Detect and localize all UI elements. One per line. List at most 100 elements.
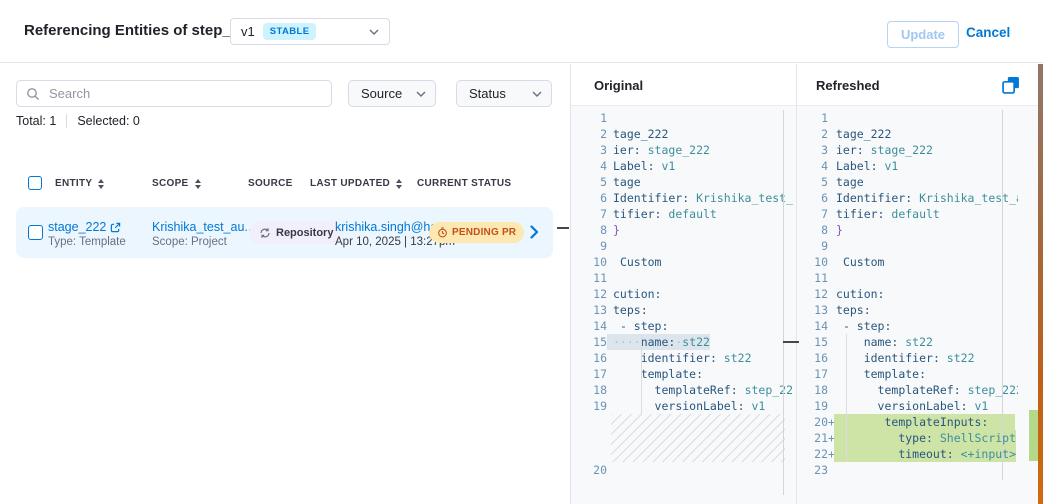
row-checkbox[interactable] — [28, 225, 43, 240]
code-line: 4Label: v1 — [796, 158, 1018, 174]
code-text — [607, 270, 613, 286]
code-line: 15 name: st22 — [796, 334, 1018, 350]
line-number: 17 — [796, 366, 828, 382]
chevron-down-icon — [369, 29, 379, 35]
code-line: 11 — [571, 270, 793, 286]
stable-badge: STABLE — [263, 23, 317, 40]
page-title: Referencing Entities of step_222 — [24, 22, 256, 39]
code-text: tifier: default — [607, 206, 717, 222]
line-number: 3 — [571, 142, 607, 158]
code-text: Custom — [607, 254, 661, 270]
code-text: tage_222 — [607, 126, 668, 142]
code-line: 16 identifier: st22 — [796, 350, 1018, 366]
code-text — [834, 462, 836, 478]
code-text — [834, 110, 836, 126]
code-line: 1 — [571, 110, 793, 126]
code-line: 18 templateRef: step_222 — [796, 382, 1018, 398]
referencing-entities-dialog: Referencing Entities of step_222 v1 STAB… — [0, 0, 1043, 504]
source-filter-dropdown[interactable]: Source — [348, 80, 436, 107]
search-input[interactable] — [47, 85, 322, 102]
code-line: 11 — [796, 270, 1018, 286]
code-text: name: st22 — [834, 334, 933, 350]
overview-ruler-added-mark[interactable] — [1029, 410, 1038, 461]
line-number: 12 — [571, 286, 607, 302]
indent-guide — [846, 334, 847, 462]
code-line: 10 Custom — [571, 254, 793, 270]
code-line: 20 — [571, 462, 793, 478]
line-number: 3 — [796, 142, 828, 158]
code-text — [834, 270, 836, 286]
line-number: 10 — [796, 254, 828, 270]
version-select[interactable]: v1 STABLE — [230, 18, 390, 45]
column-header-scope[interactable]: SCOPE — [152, 178, 201, 189]
entity-link[interactable]: stage_222 — [48, 220, 126, 234]
status-filter-label: Status — [469, 86, 506, 101]
line-number: 16 — [571, 350, 607, 366]
line-number: 5 — [796, 174, 828, 190]
copy-icon[interactable] — [1002, 76, 1020, 94]
line-number: 10 — [571, 254, 607, 270]
entity-type: Type: Template — [48, 236, 126, 248]
refreshed-code[interactable]: 12tage_2223ier: stage_2224Label: v15tage… — [796, 110, 1018, 478]
line-number: 6 — [796, 190, 828, 206]
column-header-last-updated[interactable]: LAST UPDATED — [310, 178, 402, 189]
line-number: 14 — [796, 318, 828, 334]
line-number: 2 — [796, 126, 828, 142]
code-line: 5tage — [796, 174, 1018, 190]
code-text: Identifier: Krishika_test_aut — [607, 190, 793, 206]
code-line: 6Identifier: Krishika_test_aut — [571, 190, 793, 206]
code-line: 18 templateRef: step_222 — [571, 382, 793, 398]
code-line: 13teps: — [796, 302, 1018, 318]
code-text: identifier: st22 — [607, 350, 752, 366]
code-line: 7tifier: default — [571, 206, 793, 222]
summary-divider — [66, 114, 67, 128]
line-number: 15 — [796, 334, 828, 350]
cancel-button[interactable]: Cancel — [966, 25, 1010, 40]
code-text: templateRef: step_222 — [607, 382, 793, 398]
select-all-checkbox[interactable] — [28, 176, 42, 190]
code-text: timeout: <+input> — [834, 446, 1016, 462]
code-text: templateRef: step_222 — [834, 382, 1018, 398]
code-text: teps: — [607, 302, 648, 318]
line-number: 7 — [571, 206, 607, 222]
code-line: 10 Custom — [796, 254, 1018, 270]
code-line: 19 versionLabel: v1 — [571, 398, 793, 414]
table-row[interactable]: stage_222 Type: Template Krishika_test_a… — [16, 207, 553, 258]
code-line: 17 template: — [571, 366, 793, 382]
line-number: 21 — [796, 430, 828, 446]
row-expand-chevron[interactable] — [530, 225, 539, 239]
code-text: template: — [607, 366, 703, 382]
line-number: 2 — [571, 126, 607, 142]
original-code[interactable]: 12tage_2223ier: stage_2224Label: v15tage… — [571, 110, 793, 478]
code-text: Identifier: Krishika_test_aut — [834, 190, 1018, 206]
line-number: 19 — [796, 398, 828, 414]
code-line: 4Label: v1 — [571, 158, 793, 174]
search-box — [16, 80, 332, 107]
line-number: 1 — [796, 110, 828, 126]
line-number: 5 — [571, 174, 607, 190]
line-number: 22 — [796, 446, 828, 462]
line-number: 13 — [571, 302, 607, 318]
code-line: 7tifier: default — [796, 206, 1018, 222]
code-line: 2tage_222 — [571, 126, 793, 142]
code-text: Custom — [834, 254, 884, 270]
diff-connector-dash — [557, 227, 569, 229]
sort-icon — [195, 179, 201, 189]
table-header: ENTITY SCOPE SOURCE LAST UPDATED CURRENT… — [0, 171, 570, 197]
column-header-entity[interactable]: ENTITY — [55, 178, 104, 189]
code-text — [834, 238, 836, 254]
line-number: 9 — [571, 238, 607, 254]
sort-icon — [98, 179, 104, 189]
code-text: - step: — [834, 318, 891, 334]
line-number: 11 — [571, 270, 607, 286]
page-edge-strip — [1038, 64, 1043, 504]
line-number: 16 — [796, 350, 828, 366]
code-line: 3ier: stage_222 — [796, 142, 1018, 158]
update-button[interactable]: Update — [887, 21, 959, 48]
code-text: Label: v1 — [607, 158, 675, 174]
external-link-icon — [110, 222, 121, 233]
code-line: 9 — [796, 238, 1018, 254]
line-number: 20 — [796, 414, 828, 430]
line-number: 8 — [571, 222, 607, 238]
status-filter-dropdown[interactable]: Status — [456, 80, 552, 107]
